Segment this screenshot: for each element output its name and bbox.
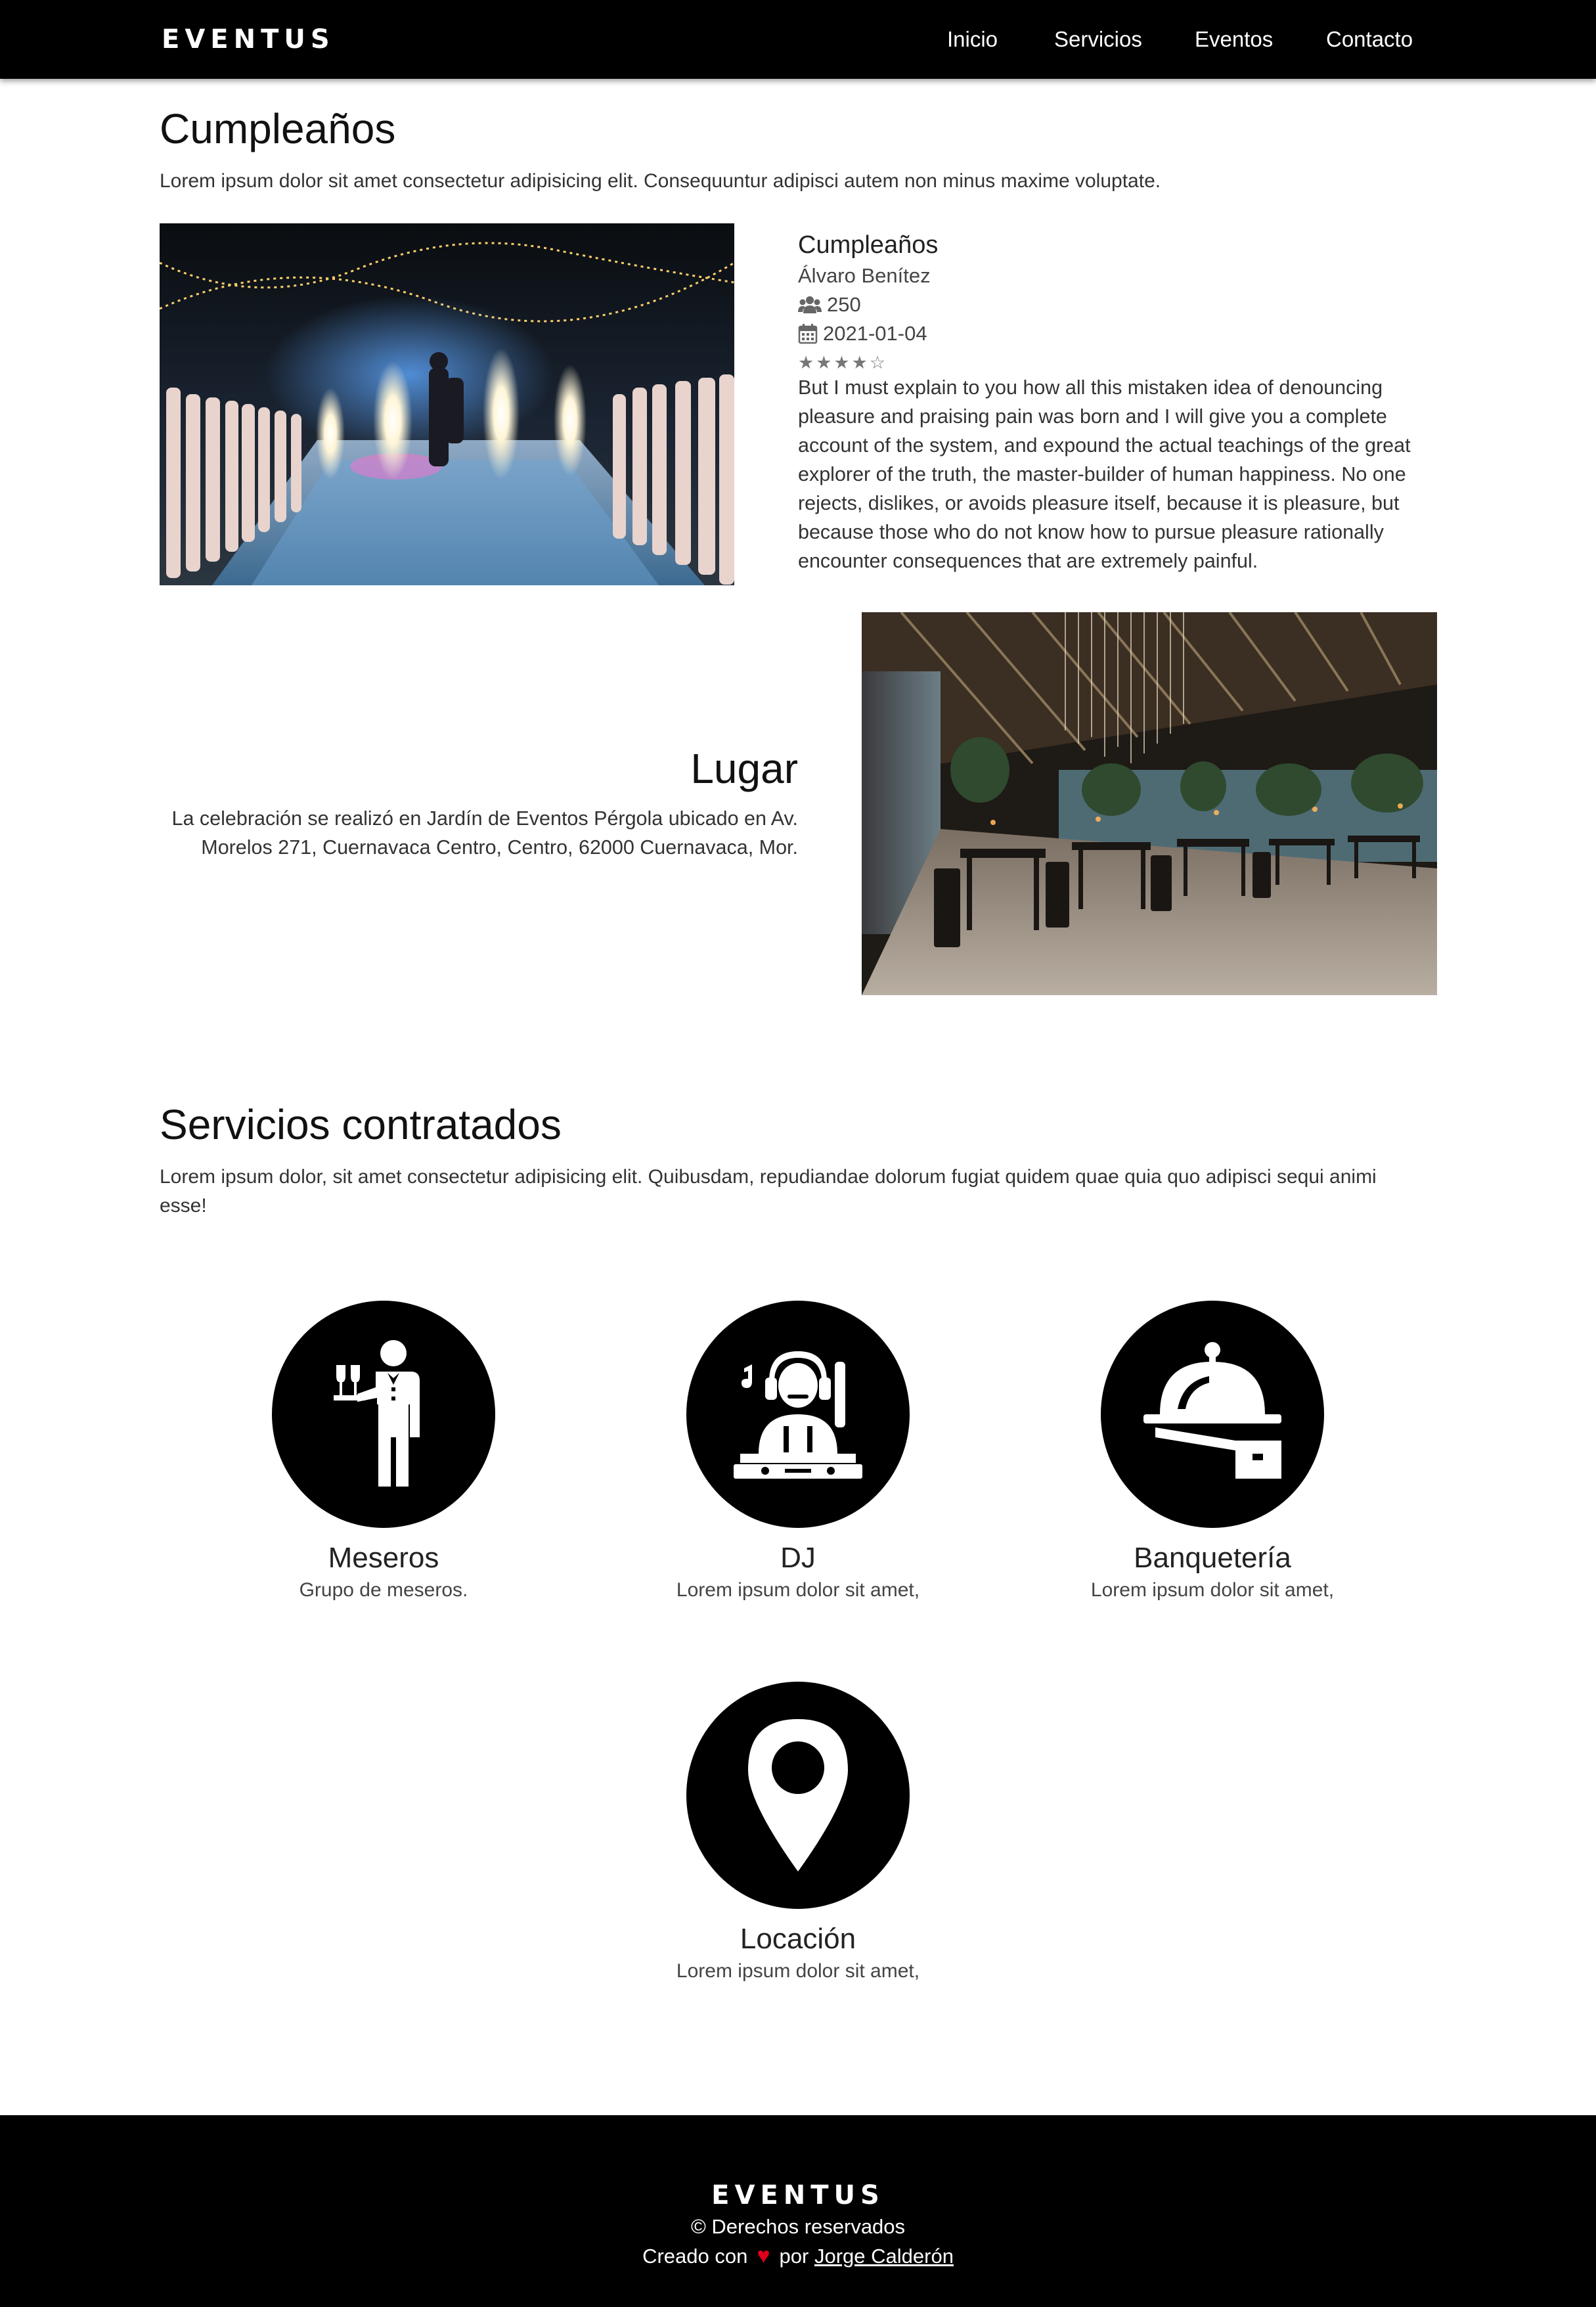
service-card-dj[interactable]	[686, 1301, 910, 1528]
dj-icon	[734, 1351, 862, 1479]
brand-logo[interactable]: EVENTUS	[162, 22, 335, 56]
event-client-row: Álvaro Benítez	[798, 261, 931, 290]
venue-photo-image	[862, 612, 1437, 995]
footer-created-prefix: Creado con	[642, 2245, 748, 2268]
footer-credits: Creado con ♥ por Jorge Calderón	[0, 2241, 1596, 2271]
footer-rights: © Derechos reservados	[690, 2215, 906, 2238]
event-description: But I must explain to you how all this m…	[798, 376, 1411, 572]
footer-created-by: por	[779, 2245, 809, 2268]
service-name-meseros: Meseros	[328, 1542, 439, 1574]
nav-link-contacto[interactable]: Contacto	[1326, 22, 1413, 56]
nav-link-inicio[interactable]: Inicio	[947, 22, 998, 56]
event-client: Álvaro Benítez	[798, 264, 931, 287]
event-photo	[160, 223, 734, 585]
navbar: EVENTUS Inicio Servicios Eventos Contact…	[0, 0, 1596, 79]
waiter-icon	[334, 1340, 420, 1487]
service-desc-dj: Lorem ipsum dolor sit amet,	[676, 1579, 920, 1601]
service-name-locacion: Locación	[740, 1923, 856, 1955]
service-card-banqueteria[interactable]	[1101, 1301, 1324, 1528]
food-tray-icon	[1143, 1342, 1281, 1479]
event-guests-row: 250	[798, 290, 861, 319]
event-photo-image	[160, 223, 734, 585]
place-title: Lugar	[690, 745, 798, 792]
event-type: Cumpleaños	[798, 231, 939, 259]
footer-brand: EVENTUS	[711, 2180, 885, 2210]
nav-link-servicios[interactable]: Servicios	[1054, 22, 1142, 56]
event-date: 2021-01-04	[823, 322, 927, 345]
service-name-dj: DJ	[780, 1542, 816, 1574]
services-title: Servicios contratados	[160, 1101, 562, 1148]
event-date-row: 2021-01-04	[798, 319, 927, 348]
service-desc-locacion: Lorem ipsum dolor sit amet,	[676, 1960, 920, 1982]
page-title: Cumpleaños	[160, 105, 396, 152]
event-guests: 250	[827, 293, 861, 316]
location-pin-icon	[748, 1719, 848, 1871]
service-name-banqueteria: Banquetería	[1134, 1542, 1291, 1574]
event-intro: Lorem ipsum dolor sit amet consectetur a…	[160, 170, 1161, 192]
author-link[interactable]: Jorge Calderón	[814, 2245, 954, 2268]
place-text: La celebración se realizó en Jardín de E…	[171, 807, 798, 859]
footer: EVENTUS © Derechos reservados Creado con…	[0, 2115, 1596, 2307]
users-icon	[798, 296, 822, 313]
services-intro: Lorem ipsum dolor, sit amet consectetur …	[160, 1166, 1377, 1217]
heart-icon: ♥	[757, 2243, 770, 2268]
service-desc-meseros: Grupo de meseros.	[299, 1579, 468, 1601]
service-desc-banqueteria: Lorem ipsum dolor sit amet,	[1090, 1579, 1335, 1601]
service-card-meseros[interactable]	[272, 1301, 495, 1528]
nav-link-eventos[interactable]: Eventos	[1195, 22, 1273, 56]
service-card-locacion[interactable]	[686, 1682, 910, 1909]
venue-photo	[862, 612, 1437, 995]
calendar-icon	[798, 324, 818, 344]
